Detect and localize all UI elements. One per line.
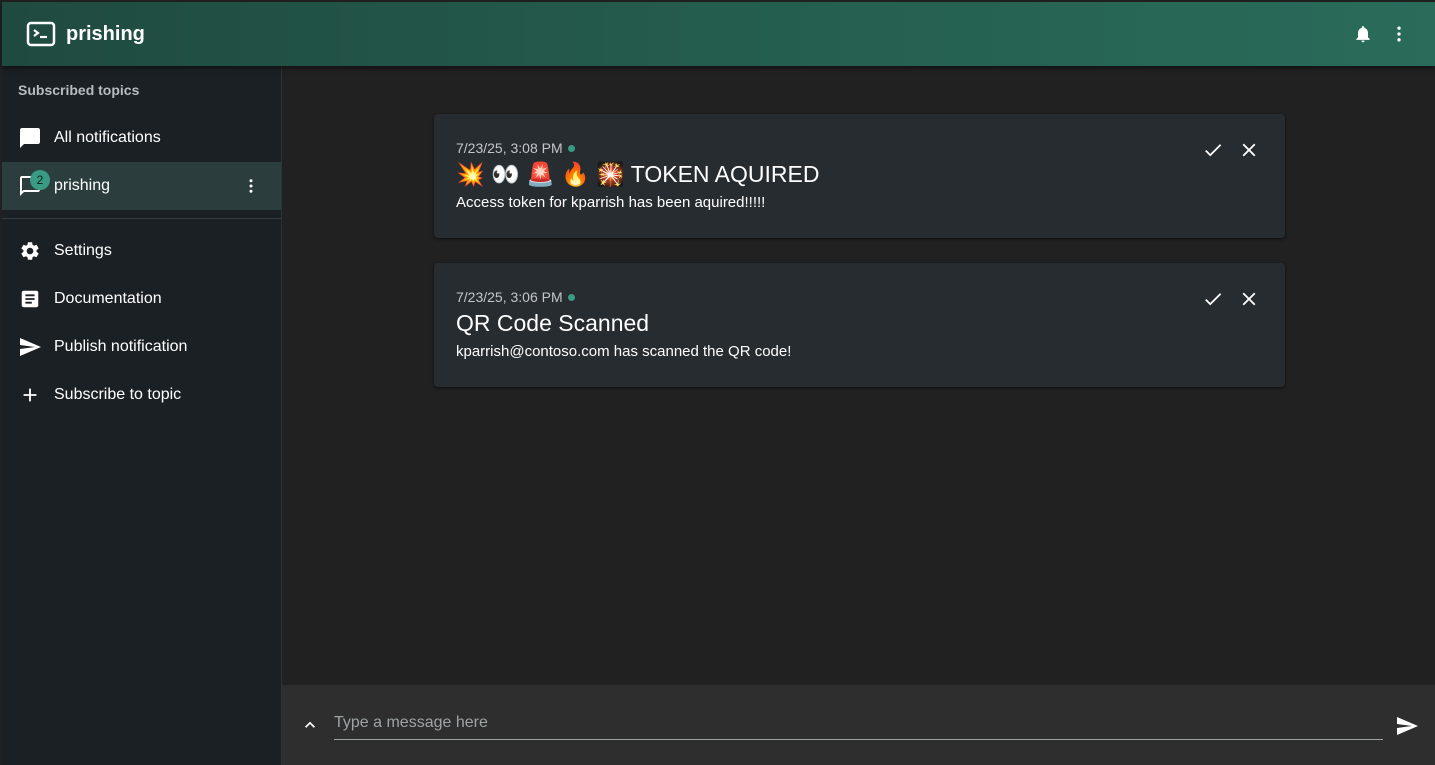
- notification-title: 💥 👀 🚨 🔥 🎇 TOKEN AQUIRED: [456, 161, 820, 187]
- app-header: prishing: [2, 2, 1435, 66]
- terminal-logo-icon: [26, 21, 56, 47]
- sidebar-item-label: Subscribe to topic: [54, 386, 182, 403]
- sidebar-item-label: prishing: [54, 177, 111, 194]
- notification-message: Access token for kparrish has been aquir…: [456, 194, 766, 211]
- send-icon: [1397, 717, 1418, 735]
- send-message-button[interactable]: [1394, 713, 1420, 739]
- chat-icon: [18, 126, 42, 150]
- sidebar: Subscribed topics All notifications 2 pr…: [2, 66, 282, 765]
- send-icon: [18, 335, 42, 359]
- sidebar-heading: Subscribed topics: [18, 82, 140, 98]
- notification-time: 7/23/25, 3:08 PM: [456, 140, 575, 156]
- dismiss-button[interactable]: [1237, 287, 1261, 311]
- more-vert-icon: [249, 179, 253, 193]
- sidebar-divider: [2, 218, 281, 219]
- notification-timestamp: 7/23/25, 3:08 PM: [456, 140, 563, 156]
- notifications-bell-button[interactable]: [1345, 16, 1381, 52]
- chevron-up-icon: [305, 721, 315, 728]
- plus-icon: [18, 383, 42, 407]
- close-icon: [1242, 292, 1256, 306]
- sidebar-item-label: Settings: [54, 242, 112, 259]
- sidebar-item-label: Documentation: [54, 290, 162, 307]
- notification-list: 7/23/25, 3:08 PM 💥 👀 🚨 🔥 🎇 TOKEN AQUIRED…: [282, 66, 1435, 685]
- chat-outline-icon: 2: [18, 170, 50, 198]
- expand-composer-button[interactable]: [298, 713, 322, 737]
- app-title: prishing: [66, 22, 145, 45]
- mark-read-button[interactable]: [1201, 287, 1225, 311]
- message-composer: [282, 685, 1435, 765]
- check-icon: [1205, 144, 1222, 157]
- topic-more-button[interactable]: [239, 174, 263, 198]
- more-vert-icon: [1397, 26, 1401, 42]
- dismiss-button[interactable]: [1237, 138, 1261, 162]
- notification-title: QR Code Scanned: [456, 310, 650, 336]
- sidebar-item-publish-notification[interactable]: Publish notification: [2, 323, 281, 371]
- header-more-button[interactable]: [1381, 16, 1417, 52]
- notification-message: kparrish@contoso.com has scanned the QR …: [456, 343, 792, 360]
- sidebar-item-topic-prishing[interactable]: 2 prishing: [2, 162, 281, 210]
- notification-card: 7/23/25, 3:06 PM QR Code Scanned kparris…: [434, 263, 1285, 387]
- mark-read-button[interactable]: [1201, 138, 1225, 162]
- sidebar-item-settings[interactable]: Settings: [2, 227, 281, 275]
- sidebar-item-all-notifications[interactable]: All notifications: [2, 114, 281, 162]
- message-input[interactable]: [334, 707, 1383, 740]
- notification-timestamp: 7/23/25, 3:06 PM: [456, 289, 563, 305]
- close-icon: [1242, 143, 1256, 157]
- sidebar-item-documentation[interactable]: Documentation: [2, 275, 281, 323]
- new-indicator-dot: [567, 293, 575, 301]
- sidebar-item-label: Publish notification: [54, 338, 188, 355]
- app-window: prishing Subscribed topics All notificat…: [0, 0, 1435, 765]
- bell-icon: [1356, 26, 1370, 43]
- sidebar-item-subscribe-to-topic[interactable]: Subscribe to topic: [2, 371, 281, 419]
- gear-icon: [18, 239, 42, 263]
- new-indicator-dot: [567, 144, 575, 152]
- sidebar-item-label: All notifications: [54, 129, 161, 146]
- check-icon: [1205, 293, 1222, 306]
- unread-count-badge: 2: [30, 170, 50, 190]
- article-icon: [18, 287, 42, 311]
- notification-time: 7/23/25, 3:06 PM: [456, 289, 575, 305]
- notification-card: 7/23/25, 3:08 PM 💥 👀 🚨 🔥 🎇 TOKEN AQUIRED…: [434, 114, 1285, 238]
